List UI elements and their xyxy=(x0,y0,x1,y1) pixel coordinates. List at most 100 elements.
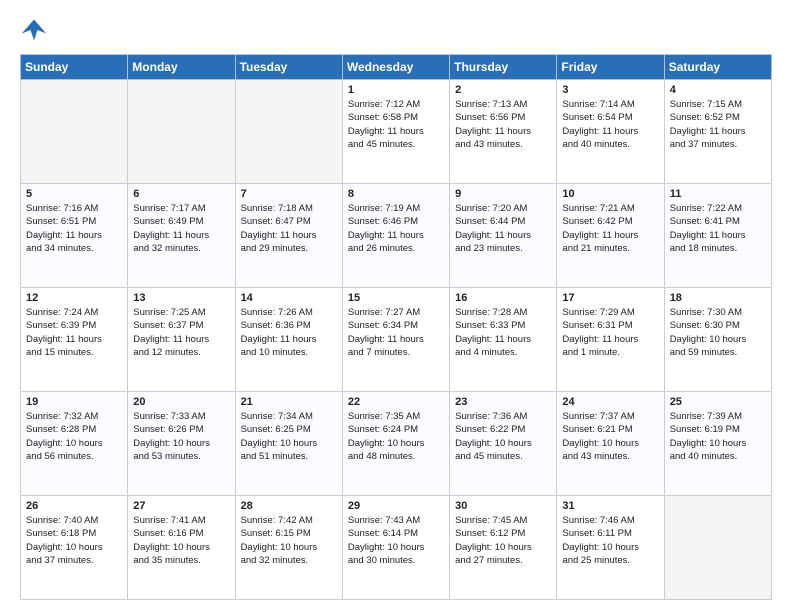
day-info: Sunrise: 7:28 AM Sunset: 6:33 PM Dayligh… xyxy=(455,306,551,359)
day-info: Sunrise: 7:21 AM Sunset: 6:42 PM Dayligh… xyxy=(562,202,658,255)
calendar-cell: 22 Sunrise: 7:35 AM Sunset: 6:24 PM Dayli… xyxy=(342,392,449,496)
calendar-week-row: 1 Sunrise: 7:12 AM Sunset: 6:58 PM Daylig… xyxy=(21,80,772,184)
day-number: 29 xyxy=(348,500,444,512)
day-info: Sunrise: 7:35 AM Sunset: 6:24 PM Dayligh… xyxy=(348,410,444,463)
calendar-cell xyxy=(128,80,235,184)
day-info: Sunrise: 7:33 AM Sunset: 6:26 PM Dayligh… xyxy=(133,410,229,463)
weekday-header-friday: Friday xyxy=(557,55,664,80)
day-info: Sunrise: 7:34 AM Sunset: 6:25 PM Dayligh… xyxy=(241,410,337,463)
calendar-cell: 24 Sunrise: 7:37 AM Sunset: 6:21 PM Dayli… xyxy=(557,392,664,496)
day-info: Sunrise: 7:20 AM Sunset: 6:44 PM Dayligh… xyxy=(455,202,551,255)
day-info: Sunrise: 7:27 AM Sunset: 6:34 PM Dayligh… xyxy=(348,306,444,359)
day-number: 17 xyxy=(562,292,658,304)
day-info: Sunrise: 7:32 AM Sunset: 6:28 PM Dayligh… xyxy=(26,410,122,463)
calendar-cell: 25Sunrise: 7:39 AM Sunset: 6:19 PM Dayli… xyxy=(664,392,771,496)
calendar-cell: 18 Sunrise: 7:30 AM Sunset: 6:30 PM Dayli… xyxy=(664,288,771,392)
calendar-cell: 6Sunrise: 7:17 AM Sunset: 6:49 PM Daylig… xyxy=(128,184,235,288)
day-number: 28 xyxy=(241,500,337,512)
calendar-cell xyxy=(664,496,771,600)
weekday-header-thursday: Thursday xyxy=(450,55,557,80)
weekday-header-saturday: Saturday xyxy=(664,55,771,80)
day-info: Sunrise: 7:43 AM Sunset: 6:14 PM Dayligh… xyxy=(348,514,444,567)
day-number: 21 xyxy=(241,396,337,408)
day-number: 19 xyxy=(26,396,122,408)
day-number: 10 xyxy=(562,188,658,200)
day-info: Sunrise: 7:15 AM Sunset: 6:52 PM Dayligh… xyxy=(670,98,766,151)
day-info: Sunrise: 7:24 AM Sunset: 6:39 PM Dayligh… xyxy=(26,306,122,359)
header xyxy=(20,16,772,44)
calendar-cell: 15 Sunrise: 7:27 AM Sunset: 6:34 PM Dayli… xyxy=(342,288,449,392)
day-number: 11 xyxy=(670,188,766,200)
day-info: Sunrise: 7:36 AM Sunset: 6:22 PM Dayligh… xyxy=(455,410,551,463)
day-number: 12 xyxy=(26,292,122,304)
calendar-cell: 16Sunrise: 7:28 AM Sunset: 6:33 PM Dayli… xyxy=(450,288,557,392)
calendar-week-row: 26Sunrise: 7:40 AM Sunset: 6:18 PM Dayli… xyxy=(21,496,772,600)
day-info: Sunrise: 7:16 AM Sunset: 6:51 PM Dayligh… xyxy=(26,202,122,255)
day-info: Sunrise: 7:18 AM Sunset: 6:47 PM Dayligh… xyxy=(241,202,337,255)
day-number: 8 xyxy=(348,188,444,200)
day-info: Sunrise: 7:12 AM Sunset: 6:58 PM Dayligh… xyxy=(348,98,444,151)
calendar-cell: 2 Sunrise: 7:13 AM Sunset: 6:56 PM Daylig… xyxy=(450,80,557,184)
day-info: Sunrise: 7:41 AM Sunset: 6:16 PM Dayligh… xyxy=(133,514,229,567)
day-info: Sunrise: 7:40 AM Sunset: 6:18 PM Dayligh… xyxy=(26,514,122,567)
day-number: 27 xyxy=(133,500,229,512)
calendar-cell: 20Sunrise: 7:33 AM Sunset: 6:26 PM Dayli… xyxy=(128,392,235,496)
calendar-cell: 21 Sunrise: 7:34 AM Sunset: 6:25 PM Dayli… xyxy=(235,392,342,496)
calendar-cell: 10 Sunrise: 7:21 AM Sunset: 6:42 PM Dayli… xyxy=(557,184,664,288)
day-number: 15 xyxy=(348,292,444,304)
calendar-week-row: 19 Sunrise: 7:32 AM Sunset: 6:28 PM Dayli… xyxy=(21,392,772,496)
day-number: 23 xyxy=(455,396,551,408)
page: SundayMondayTuesdayWednesdayThursdayFrid… xyxy=(0,0,792,612)
calendar-cell: 23 Sunrise: 7:36 AM Sunset: 6:22 PM Dayli… xyxy=(450,392,557,496)
day-info: Sunrise: 7:14 AM Sunset: 6:54 PM Dayligh… xyxy=(562,98,658,151)
day-info: Sunrise: 7:25 AM Sunset: 6:37 PM Dayligh… xyxy=(133,306,229,359)
day-info: Sunrise: 7:42 AM Sunset: 6:15 PM Dayligh… xyxy=(241,514,337,567)
day-info: Sunrise: 7:46 AM Sunset: 6:11 PM Dayligh… xyxy=(562,514,658,567)
day-number: 25 xyxy=(670,396,766,408)
calendar-cell: 8Sunrise: 7:19 AM Sunset: 6:46 PM Daylig… xyxy=(342,184,449,288)
day-info: Sunrise: 7:17 AM Sunset: 6:49 PM Dayligh… xyxy=(133,202,229,255)
calendar-cell: 27 Sunrise: 7:41 AM Sunset: 6:16 PM Dayli… xyxy=(128,496,235,600)
day-number: 31 xyxy=(562,500,658,512)
day-number: 3 xyxy=(562,84,658,96)
calendar-cell: 7Sunrise: 7:18 AM Sunset: 6:47 PM Daylig… xyxy=(235,184,342,288)
day-number: 22 xyxy=(348,396,444,408)
day-info: Sunrise: 7:13 AM Sunset: 6:56 PM Dayligh… xyxy=(455,98,551,151)
day-info: Sunrise: 7:29 AM Sunset: 6:31 PM Dayligh… xyxy=(562,306,658,359)
day-info: Sunrise: 7:45 AM Sunset: 6:12 PM Dayligh… xyxy=(455,514,551,567)
day-number: 4 xyxy=(670,84,766,96)
day-info: Sunrise: 7:30 AM Sunset: 6:30 PM Dayligh… xyxy=(670,306,766,359)
day-number: 5 xyxy=(26,188,122,200)
calendar-cell: 9Sunrise: 7:20 AM Sunset: 6:44 PM Daylig… xyxy=(450,184,557,288)
day-info: Sunrise: 7:22 AM Sunset: 6:41 PM Dayligh… xyxy=(670,202,766,255)
calendar-cell: 5 Sunrise: 7:16 AM Sunset: 6:51 PM Daylig… xyxy=(21,184,128,288)
day-number: 2 xyxy=(455,84,551,96)
calendar-cell: 3 Sunrise: 7:14 AM Sunset: 6:54 PM Daylig… xyxy=(557,80,664,184)
calendar-cell: 19 Sunrise: 7:32 AM Sunset: 6:28 PM Dayli… xyxy=(21,392,128,496)
weekday-header-wednesday: Wednesday xyxy=(342,55,449,80)
day-number: 13 xyxy=(133,292,229,304)
calendar-week-row: 5 Sunrise: 7:16 AM Sunset: 6:51 PM Daylig… xyxy=(21,184,772,288)
weekday-header-row: SundayMondayTuesdayWednesdayThursdayFrid… xyxy=(21,55,772,80)
calendar-week-row: 12 Sunrise: 7:24 AM Sunset: 6:39 PM Dayli… xyxy=(21,288,772,392)
day-number: 14 xyxy=(241,292,337,304)
calendar-cell: 11 Sunrise: 7:22 AM Sunset: 6:41 PM Dayli… xyxy=(664,184,771,288)
calendar-cell: 30 Sunrise: 7:45 AM Sunset: 6:12 PM Dayli… xyxy=(450,496,557,600)
day-number: 18 xyxy=(670,292,766,304)
calendar-cell xyxy=(235,80,342,184)
calendar-cell: 13 Sunrise: 7:25 AM Sunset: 6:37 PM Dayli… xyxy=(128,288,235,392)
logo xyxy=(20,16,52,44)
weekday-header-sunday: Sunday xyxy=(21,55,128,80)
calendar-table: SundayMondayTuesdayWednesdayThursdayFrid… xyxy=(20,54,772,600)
day-number: 24 xyxy=(562,396,658,408)
calendar-cell: 14Sunrise: 7:26 AM Sunset: 6:36 PM Dayli… xyxy=(235,288,342,392)
day-number: 1 xyxy=(348,84,444,96)
calendar-cell: 17 Sunrise: 7:29 AM Sunset: 6:31 PM Dayli… xyxy=(557,288,664,392)
calendar-cell: 4 Sunrise: 7:15 AM Sunset: 6:52 PM Daylig… xyxy=(664,80,771,184)
calendar-cell xyxy=(21,80,128,184)
day-number: 30 xyxy=(455,500,551,512)
calendar-cell: 28 Sunrise: 7:42 AM Sunset: 6:15 PM Dayli… xyxy=(235,496,342,600)
day-info: Sunrise: 7:37 AM Sunset: 6:21 PM Dayligh… xyxy=(562,410,658,463)
calendar-cell: 31 Sunrise: 7:46 AM Sunset: 6:11 PM Dayli… xyxy=(557,496,664,600)
weekday-header-tuesday: Tuesday xyxy=(235,55,342,80)
